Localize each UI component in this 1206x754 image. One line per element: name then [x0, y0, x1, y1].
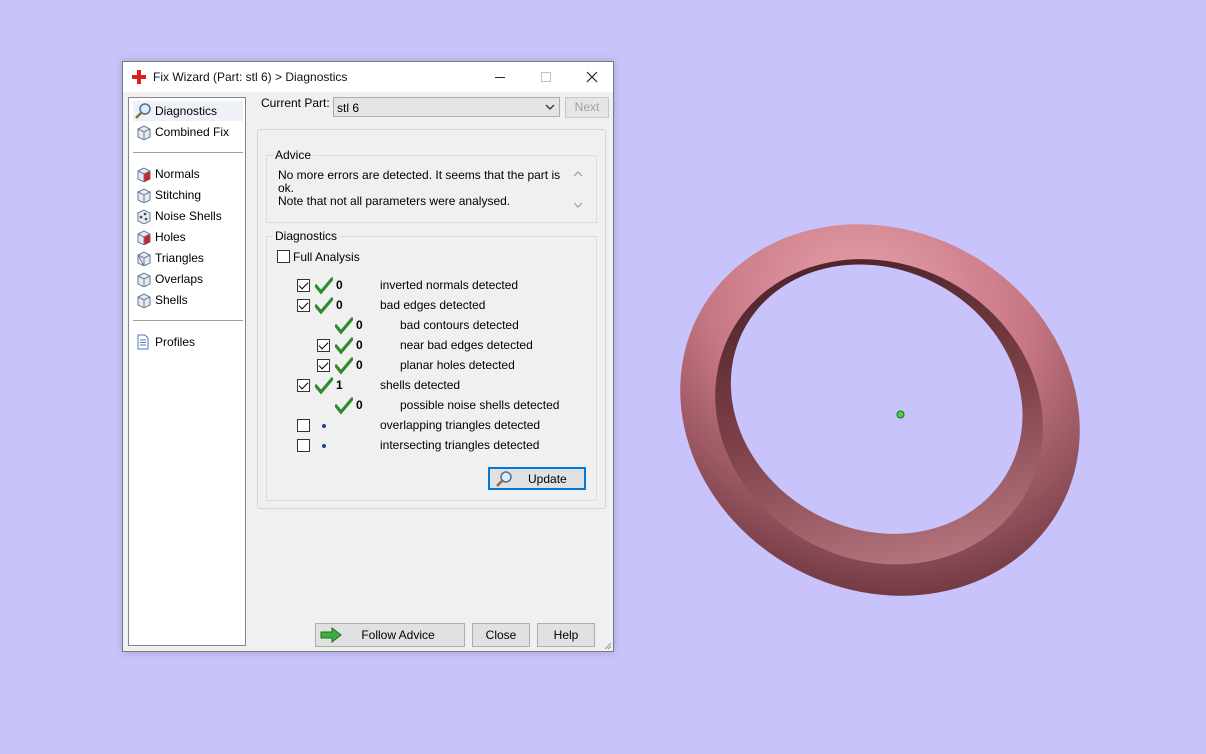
near-bad-edges-label: near bad edges detected — [400, 338, 533, 352]
maximize-button[interactable] — [523, 62, 569, 92]
shells-checkbox[interactable] — [297, 379, 310, 392]
fix-wizard-dialog: Fix Wizard (Part: stl 6) > Diagnostics D… — [122, 61, 614, 652]
noise-shells-label: possible noise shells detected — [400, 398, 560, 412]
overlapping-triangles-checkbox[interactable] — [297, 419, 310, 432]
close-button[interactable]: Close — [472, 623, 530, 647]
nav-item-triangles[interactable]: Triangles — [133, 248, 243, 268]
diag-row-intersecting-triangles: intersecting triangles detected — [123, 436, 615, 456]
maximize-icon — [541, 72, 551, 82]
minimize-button[interactable] — [477, 62, 523, 92]
close-window-button[interactable] — [569, 62, 615, 92]
cube-icon — [133, 186, 153, 204]
checkmark-icon — [335, 397, 353, 415]
current-part-select[interactable]: stl 6 — [333, 97, 560, 117]
pivot-point — [896, 410, 905, 419]
advice-title: Advice — [273, 148, 314, 162]
intersecting-triangles-label: intersecting triangles detected — [380, 438, 540, 452]
planar-holes-checkbox[interactable] — [317, 359, 330, 372]
nav-item-diagnostics[interactable]: Diagnostics — [133, 101, 243, 121]
cube-icon — [133, 123, 153, 141]
planar-holes-count: 0 — [356, 358, 363, 372]
title-bar[interactable]: Fix Wizard (Part: stl 6) > Diagnostics — [123, 62, 613, 92]
near-bad-edges-checkbox[interactable] — [317, 339, 330, 352]
update-button[interactable]: Update — [488, 467, 586, 490]
diag-row-inverted-normals: 0 inverted normals detected — [123, 276, 615, 296]
overlapping-triangles-label: overlapping triangles detected — [380, 418, 541, 432]
minimize-icon — [495, 77, 505, 78]
full-analysis-checkbox[interactable] — [277, 250, 290, 263]
current-part-value: stl 6 — [337, 101, 360, 115]
bad-contours-count: 0 — [356, 318, 363, 332]
shells-count: 1 — [336, 378, 343, 392]
scroll-up-icon[interactable] — [573, 170, 583, 178]
chevron-down-icon — [545, 104, 555, 110]
resize-grip-icon[interactable] — [602, 640, 612, 650]
pending-dot-icon — [322, 444, 326, 448]
advice-text: No more errors are detected. It seems th… — [278, 169, 568, 208]
checkmark-icon — [315, 277, 333, 295]
follow-advice-button[interactable]: Follow Advice — [315, 623, 465, 647]
diag-row-bad-contours: 0 bad contours detected — [123, 316, 615, 336]
intersecting-triangles-checkbox[interactable] — [297, 439, 310, 452]
nav-item-noise-shells[interactable]: Noise Shells — [133, 206, 243, 226]
checkmark-icon — [315, 377, 333, 395]
cube-icon — [133, 249, 153, 267]
ring-model[interactable] — [640, 190, 1120, 630]
window-title: Fix Wizard (Part: stl 6) > Diagnostics — [153, 70, 348, 84]
advice-line-2: Note that not all parameters were analys… — [278, 194, 511, 208]
diagnostics-title: Diagnostics — [273, 229, 340, 243]
help-button[interactable]: Help — [537, 623, 595, 647]
diag-row-noise-shells: 0 possible noise shells detected — [123, 396, 615, 416]
checkmark-icon — [335, 357, 353, 375]
next-button[interactable]: Next — [565, 97, 609, 118]
diag-row-shells: 1 shells detected — [123, 376, 615, 396]
nav-item-normals[interactable]: Normals — [133, 164, 243, 184]
nav-item-combined-fix[interactable]: Combined Fix — [133, 122, 243, 142]
shells-label: shells detected — [380, 378, 461, 392]
checkmark-icon — [335, 337, 353, 355]
inverted-normals-label: inverted normals detected — [380, 278, 519, 292]
pending-dot-icon — [322, 424, 326, 428]
diag-row-near-bad-edges: 0 near bad edges detected — [123, 336, 615, 356]
near-bad-edges-count: 0 — [356, 338, 363, 352]
magnifier-icon — [496, 471, 512, 487]
planar-holes-label: planar holes detected — [400, 358, 515, 372]
advice-line-1: No more errors are detected. It seems th… — [278, 168, 561, 195]
bad-edges-checkbox[interactable] — [297, 299, 310, 312]
inverted-normals-checkbox[interactable] — [297, 279, 310, 292]
nav-divider — [133, 152, 243, 153]
nav-item-holes[interactable]: Holes — [133, 227, 243, 247]
scroll-down-icon[interactable] — [573, 201, 583, 209]
noise-shells-icon — [133, 207, 153, 225]
diag-row-overlapping-triangles: overlapping triangles detected — [123, 416, 615, 436]
follow-advice-label: Follow Advice — [361, 628, 435, 642]
update-label: Update — [528, 472, 567, 486]
bad-contours-label: bad contours detected — [400, 318, 519, 332]
inverted-normals-count: 0 — [336, 278, 343, 292]
full-analysis-label: Full Analysis — [293, 250, 360, 264]
bad-edges-count: 0 — [336, 298, 343, 312]
cube-red-icon — [133, 165, 153, 183]
current-part-label: Current Part: — [261, 96, 330, 110]
magnifier-icon — [133, 102, 153, 120]
diag-row-bad-edges: 0 bad edges detected — [123, 296, 615, 316]
checkmark-icon — [335, 317, 353, 335]
cube-red-icon — [133, 228, 153, 246]
bad-edges-label: bad edges detected — [380, 298, 486, 312]
red-cross-icon — [132, 70, 146, 84]
noise-shells-count: 0 — [356, 398, 363, 412]
close-icon — [586, 71, 598, 83]
nav-item-stitching[interactable]: Stitching — [133, 185, 243, 205]
diag-row-planar-holes: 0 planar holes detected — [123, 356, 615, 376]
checkmark-icon — [315, 297, 333, 315]
